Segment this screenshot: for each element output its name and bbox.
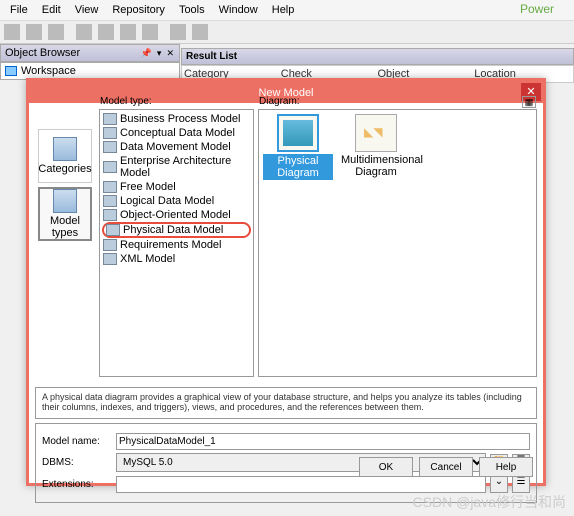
description-text: A physical data diagram provides a graph…: [35, 387, 537, 419]
dropdown-icon[interactable]: ▾: [157, 48, 162, 58]
model-icon: [103, 161, 117, 173]
model-icon: [103, 141, 117, 153]
mt-business-process[interactable]: Business Process Model: [102, 112, 251, 126]
dbms-label: DBMS:: [42, 457, 112, 468]
mt-enterprise-arch[interactable]: Enterprise Architecture Model: [102, 154, 251, 180]
mt-logical-data[interactable]: Logical Data Model: [102, 194, 251, 208]
model-icon: [103, 209, 117, 221]
menu-tools[interactable]: Tools: [173, 2, 211, 18]
model-type-header: Model type:: [100, 96, 152, 107]
paste-icon[interactable]: [142, 24, 158, 40]
model-name-label: Model name:: [42, 436, 112, 447]
object-browser-title: Object Browser 📌 ▾ ✕: [0, 44, 180, 62]
model-icon: [103, 239, 117, 251]
cut-icon[interactable]: [98, 24, 114, 40]
cancel-button[interactable]: Cancel: [419, 457, 473, 477]
model-name-input[interactable]: [116, 433, 530, 450]
categories-button[interactable]: Categories: [38, 129, 92, 183]
close-panel-icon[interactable]: ✕: [166, 48, 174, 58]
diagram-list: Diagram: ▦ Physical Diagram Multidimensi…: [258, 109, 537, 377]
menu-edit[interactable]: Edit: [36, 2, 67, 18]
workspace-icon: [5, 66, 17, 76]
model-icon: [103, 127, 117, 139]
pin-icon[interactable]: 📌: [141, 48, 152, 58]
mt-xml[interactable]: XML Model: [102, 252, 251, 266]
model-icon: [103, 195, 117, 207]
menu-file[interactable]: File: [4, 2, 34, 18]
menu-window[interactable]: Window: [213, 2, 264, 18]
result-list-title: Result List: [181, 48, 574, 65]
multidimensional-diagram[interactable]: Multidimensional Diagram: [341, 114, 411, 178]
mt-requirements[interactable]: Requirements Model: [102, 238, 251, 252]
menu-view[interactable]: View: [69, 2, 105, 18]
watermark: CSDN @java修行当和尚: [413, 492, 566, 512]
menu-help[interactable]: Help: [266, 2, 301, 18]
categories-icon: [53, 137, 77, 161]
print-icon[interactable]: [76, 24, 92, 40]
model-icon: [103, 181, 117, 193]
diagram-header: Diagram:: [259, 96, 300, 107]
new-model-dialog: New Model ✕ Categories Model types Model…: [26, 78, 546, 486]
mt-data-movement[interactable]: Data Movement Model: [102, 140, 251, 154]
toolbar: [0, 20, 574, 44]
mt-free[interactable]: Free Model: [102, 180, 251, 194]
view-options-icon[interactable]: ▦: [522, 96, 536, 108]
menubar: File Edit View Repository Tools Window H…: [0, 0, 574, 20]
multidimensional-diagram-icon: [355, 114, 397, 152]
app-title: Power: [520, 2, 554, 16]
copy-icon[interactable]: [120, 24, 136, 40]
model-icon: [103, 253, 117, 265]
model-icon: [103, 113, 117, 125]
model-icon: [106, 224, 120, 236]
menu-repository[interactable]: Repository: [106, 2, 171, 18]
redo-icon[interactable]: [192, 24, 208, 40]
mt-physical-data[interactable]: Physical Data Model: [102, 222, 251, 238]
extensions-label: Extensions:: [42, 479, 112, 490]
model-type-list: Model type: Business Process Model Conce…: [99, 109, 254, 377]
mt-object-oriented[interactable]: Object-Oriented Model: [102, 208, 251, 222]
undo-icon[interactable]: [170, 24, 186, 40]
physical-diagram[interactable]: Physical Diagram: [263, 114, 333, 180]
extensions-input[interactable]: [116, 476, 486, 493]
physical-diagram-icon: [277, 114, 319, 152]
ok-button[interactable]: OK: [359, 457, 413, 477]
new-icon[interactable]: [4, 24, 20, 40]
mt-conceptual-data[interactable]: Conceptual Data Model: [102, 126, 251, 140]
extensions-expand-icon[interactable]: ⌄: [490, 475, 508, 493]
save-icon[interactable]: [48, 24, 64, 40]
extensions-manage-icon[interactable]: ☰: [512, 475, 530, 493]
help-button[interactable]: Help: [479, 457, 533, 477]
model-types-icon: [53, 189, 77, 213]
model-types-button[interactable]: Model types: [38, 187, 92, 241]
open-icon[interactable]: [26, 24, 42, 40]
